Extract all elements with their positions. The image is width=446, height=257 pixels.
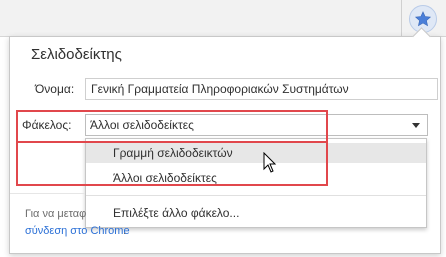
star-icon — [414, 11, 432, 27]
highlight-box-folder — [16, 110, 328, 143]
name-label: Όνομα: — [35, 82, 75, 96]
mouse-pointer-icon — [263, 152, 277, 173]
sync-link-tail: . — [123, 225, 127, 237]
bubble-title: Σελιδοδείκτης — [31, 46, 122, 63]
chrome-signin-link[interactable]: σύνδεση στο Chrome — [25, 225, 130, 237]
dropdown-divider — [86, 195, 426, 196]
bookmark-name-input[interactable] — [85, 78, 438, 100]
highlight-box-options — [16, 140, 328, 186]
browser-toolbar — [0, 0, 446, 37]
toolbar-divider — [401, 0, 402, 36]
footer-divider — [10, 193, 85, 194]
sync-promo-text: Για να μεταφ — [25, 208, 87, 220]
folder-option-choose-other[interactable]: Επιλέξτε άλλο φάκελο... — [86, 203, 426, 223]
chevron-down-icon — [412, 123, 420, 128]
